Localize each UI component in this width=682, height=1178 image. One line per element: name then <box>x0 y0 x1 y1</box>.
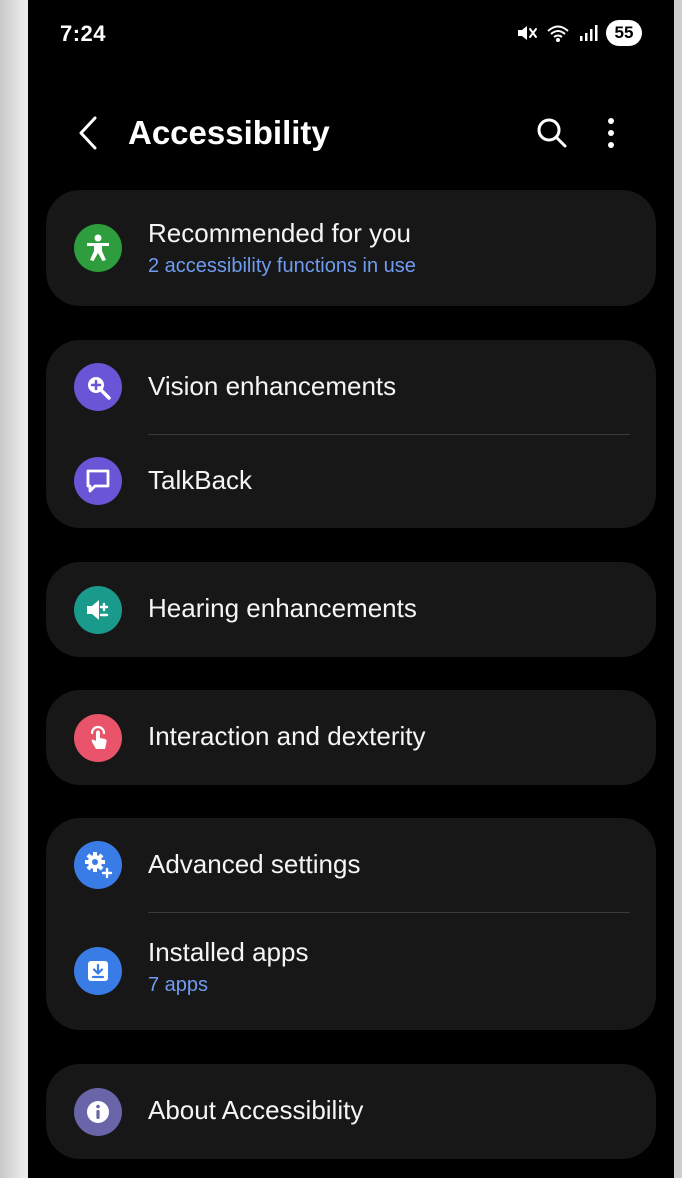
download-icon <box>74 947 122 995</box>
touch-hand-icon <box>74 714 122 762</box>
back-button[interactable] <box>68 115 108 155</box>
interaction-dexterity-title: Interaction and dexterity <box>148 721 426 751</box>
recommended-title: Recommended for you <box>148 218 412 248</box>
gear-plus-icon <box>74 841 122 889</box>
chat-bubble-icon <box>74 457 122 505</box>
about-accessibility-title: About Accessibility <box>148 1095 364 1125</box>
recommended-subtitle: 2 accessibility functions in use <box>148 255 416 277</box>
advanced-settings-title: Advanced settings <box>148 849 361 879</box>
talkback-item[interactable]: TalkBack <box>46 434 656 528</box>
search-icon <box>536 117 568 154</box>
app-header: Accessibility <box>28 100 674 170</box>
installed-apps-subtitle: 7 apps <box>148 974 209 996</box>
info-icon <box>74 1088 122 1136</box>
signal-icon <box>578 23 598 43</box>
more-options-button[interactable] <box>594 114 628 156</box>
magnifier-plus-icon <box>74 363 122 411</box>
vision-talkback-card: Vision enhancements TalkBack <box>46 340 656 528</box>
page-title: Accessibility <box>128 114 330 151</box>
status-bar: 7:24 55 <box>28 0 674 70</box>
hearing-card: Hearing enhancements <box>46 562 656 657</box>
hearing-enhancements-item[interactable]: Hearing enhancements <box>46 562 656 657</box>
installed-apps-item[interactable]: Installed apps 7 apps <box>46 912 656 1030</box>
more-vertical-icon <box>607 117 615 154</box>
vision-enhancements-title: Vision enhancements <box>148 371 397 401</box>
talkback-title: TalkBack <box>148 465 253 495</box>
mute-icon <box>516 23 538 43</box>
interaction-card: Interaction and dexterity <box>46 690 656 785</box>
status-time: 7:24 <box>60 21 107 46</box>
advanced-settings-item[interactable]: Advanced settings <box>46 818 656 912</box>
chevron-left-icon <box>77 116 99 155</box>
search-button[interactable] <box>531 114 573 156</box>
battery-icon: 55 <box>606 20 642 46</box>
status-icons: 55 <box>516 20 642 46</box>
speaker-icon <box>74 586 122 634</box>
hearing-enhancements-title: Hearing enhancements <box>148 593 417 623</box>
installed-apps-title: Installed apps <box>148 937 309 967</box>
recommended-item[interactable]: Recommended for you 2 accessibility func… <box>46 190 656 306</box>
accessibility-person-icon <box>74 224 122 272</box>
about-accessibility-item[interactable]: About Accessibility <box>46 1064 656 1159</box>
wifi-icon <box>546 23 570 43</box>
about-card: About Accessibility <box>46 1064 656 1159</box>
phone-screen: 7:24 55 Accessibility Recommended for yo… <box>28 0 674 1178</box>
recommended-card: Recommended for you 2 accessibility func… <box>46 190 656 306</box>
vision-enhancements-item[interactable]: Vision enhancements <box>46 340 656 434</box>
interaction-dexterity-item[interactable]: Interaction and dexterity <box>46 690 656 785</box>
advanced-installed-card: Advanced settings Installed apps 7 apps <box>46 818 656 1030</box>
